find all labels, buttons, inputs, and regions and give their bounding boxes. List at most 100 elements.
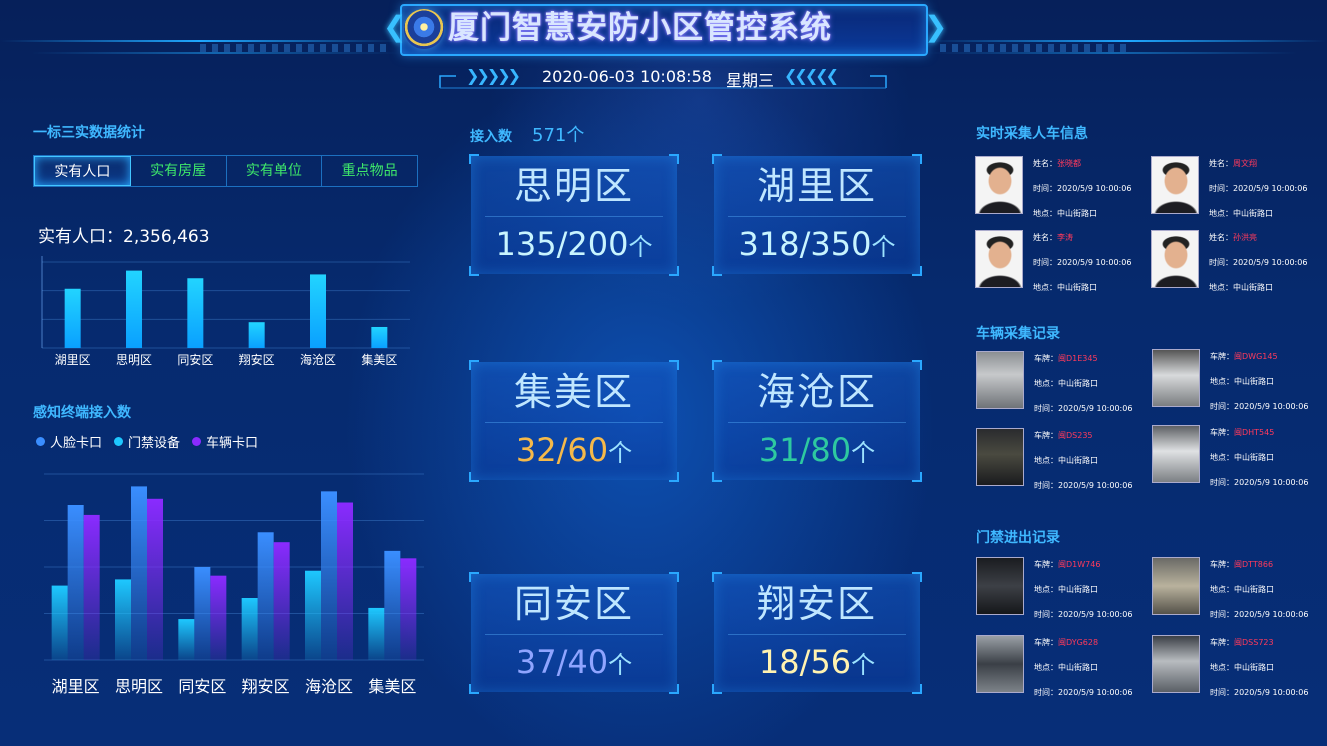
person-name-line: 姓名：孙洪亮 — [1209, 232, 1257, 243]
gate-time-key: 时间： — [1210, 688, 1234, 697]
district-card[interactable]: 集美区 32/60个 — [469, 360, 679, 482]
bar-face[interactable] — [51, 585, 68, 660]
person-photo[interactable] — [975, 156, 1023, 214]
card-divider — [485, 422, 663, 423]
person-photo[interactable] — [1151, 156, 1199, 214]
bar-gate[interactable] — [194, 567, 211, 660]
district-value: 32/60 — [515, 431, 609, 469]
vehicle-record[interactable]: 车牌：闽DS235 地点：中山街路口时间：2020/5/9 10:00:06 — [976, 428, 1146, 490]
gate-plate-line: 车牌：闽D1W746 — [1034, 559, 1100, 570]
bar-gate[interactable] — [67, 505, 84, 660]
gate-plate-key: 车牌： — [1034, 560, 1058, 569]
person-time-value: 2020/5/9 10:00:06 — [1057, 258, 1132, 267]
gate-photo[interactable] — [976, 635, 1024, 693]
district-card[interactable]: 思明区 135/200个 — [469, 154, 679, 276]
bar-vehicle[interactable] — [273, 542, 290, 660]
district-card[interactable]: 同安区 37/40个 — [469, 572, 679, 694]
vehicle-time-line: 时间：2020/5/9 10:00:06 — [1034, 480, 1132, 491]
vehicle-place-key: 地点： — [1034, 456, 1058, 465]
legend-item-face[interactable]: 人脸卡口 — [36, 432, 102, 451]
bar-gate[interactable] — [321, 491, 337, 660]
legend-dot-face — [36, 437, 45, 446]
gate-record[interactable]: 车牌：闽DSS723 地点：中山街路口 时间：2020/5/9 10:00:06 — [1152, 635, 1322, 697]
tab-population[interactable]: 实有人口 — [34, 156, 131, 186]
gate-record[interactable]: 车牌：闽DTT866 地点：中山街路口 时间：2020/5/9 10:00:06 — [1152, 557, 1322, 619]
gate-place-value: 中山街路口 — [1058, 663, 1098, 672]
bar-face[interactable] — [115, 579, 131, 660]
gate-record[interactable]: 车牌：闽D1W746 地点：中山街路口 时间：2020/5/9 10:00:06 — [976, 557, 1146, 619]
district-card[interactable]: 翔安区 18/56个 — [712, 572, 922, 694]
gate-photo[interactable] — [1152, 635, 1200, 693]
vehicle-photo[interactable] — [976, 351, 1024, 409]
bar-face[interactable] — [368, 607, 385, 660]
bar[interactable] — [187, 278, 204, 348]
vehicle-record[interactable]: 车牌：闽DHT545 地点：中山街路口 时间：2020/5/9 10:00:06 — [1152, 425, 1322, 487]
vehicle-record[interactable]: 车牌：闽DWG145 地点：中山街路口 时间：2020/5/9 10:00:06 — [1152, 349, 1322, 411]
tab-housing[interactable]: 实有房屋 — [131, 156, 227, 186]
vehicle-photo[interactable] — [976, 428, 1024, 486]
vehicle-section-title: 车辆采集记录 — [976, 326, 1060, 342]
vehicle-record[interactable]: 车牌：闽D1E345 地点：中山街路口 时间：2020/5/9 10:00:06 — [976, 351, 1146, 413]
bar-vehicle[interactable] — [147, 498, 163, 660]
tab-key-items[interactable]: 重点物品 — [322, 156, 417, 186]
bar[interactable] — [126, 270, 142, 348]
gate-time-line: 时间：2020/5/9 10:00:06 — [1034, 609, 1132, 620]
gate-plate-value: 闽DSS723 — [1234, 638, 1274, 647]
bar-vehicle[interactable] — [337, 502, 353, 660]
bar-gate[interactable] — [131, 486, 147, 660]
vehicle-place-value: 中山街路口 — [1058, 379, 1098, 388]
person-time-line: 时间：2020/5/9 10:00:06 — [1209, 183, 1307, 194]
gate-place-line: 地点：中山街路口 — [1210, 584, 1274, 595]
vehicle-plate-value: 闽DWG145 — [1234, 352, 1278, 361]
bar-vehicle[interactable] — [400, 558, 417, 660]
vehicle-photo[interactable] — [1152, 425, 1200, 483]
vehicle-time-value: 2020/5/9 10:00:06 — [1058, 404, 1133, 413]
person-record[interactable]: 姓名：孙洪亮 时间：2020/5/9 10:00:06 地点：中山街路口 — [1151, 230, 1321, 292]
bar[interactable] — [310, 274, 326, 348]
person-record[interactable]: 姓名：张晓都 时间：2020/5/9 10:00:06 地点：中山街路口 — [975, 156, 1145, 218]
legend-item-vehicle[interactable]: 车辆卡口 — [192, 432, 258, 451]
vehicle-place-value: 中山街路口 — [1058, 456, 1098, 465]
bar[interactable] — [64, 288, 81, 348]
vehicle-time-line: 时间：2020/5/9 10:00:06 — [1210, 477, 1308, 488]
gate-record[interactable]: 车牌：闽DYG628 地点：中山街路口 时间：2020/5/9 10:00:06 — [976, 635, 1146, 697]
person-time-value: 2020/5/9 10:00:06 — [1233, 184, 1308, 193]
person-place-key: 地点： — [1209, 283, 1233, 292]
person-time-line: 时间：2020/5/9 10:00:06 — [1033, 183, 1131, 194]
vehicle-plate-line: 车牌：闽D1E345 — [1034, 353, 1098, 364]
legend-item-gate[interactable]: 门禁设备 — [114, 432, 180, 451]
gate-photo[interactable] — [976, 557, 1024, 615]
bar-gate[interactable] — [257, 532, 274, 660]
person-place-line: 地点：中山街路口 — [1209, 282, 1273, 293]
vehicle-plate-key: 车牌： — [1210, 352, 1234, 361]
vehicle-place-line: 地点：中山街路口 — [1210, 376, 1274, 387]
bar-vehicle[interactable] — [210, 575, 227, 660]
vehicle-photo[interactable] — [1152, 349, 1200, 407]
x-tick-label: 翔安区 — [239, 352, 275, 367]
vehicle-place-value: 中山街路口 — [1234, 453, 1274, 462]
district-card[interactable]: 海沧区 31/80个 — [712, 360, 922, 482]
person-record[interactable]: 姓名：周文翔 时间：2020/5/9 10:00:06 地点：中山街路口 — [1151, 156, 1321, 218]
bar[interactable] — [371, 326, 388, 348]
person-name-value: 张晓都 — [1057, 159, 1081, 168]
person-photo[interactable] — [1151, 230, 1199, 288]
bar-face[interactable] — [178, 619, 195, 660]
vehicle-place-line: 地点：中山街路口 — [1210, 452, 1274, 463]
person-place-value: 中山街路口 — [1057, 209, 1097, 218]
gate-plate-line: 车牌：闽DSS723 — [1210, 637, 1274, 648]
bar-face[interactable] — [305, 570, 321, 660]
stats-section-title: 一标三实数据统计 — [33, 125, 145, 141]
district-card[interactable]: 湖里区 318/350个 — [712, 154, 922, 276]
tab-units[interactable]: 实有单位 — [227, 156, 323, 186]
bar-gate[interactable] — [384, 550, 401, 660]
bar-vehicle[interactable] — [83, 514, 100, 660]
person-record[interactable]: 姓名：李涛 时间：2020/5/9 10:00:06 地点：中山街路口 — [975, 230, 1145, 292]
gate-place-line: 地点：中山街路口 — [1210, 662, 1274, 673]
bar-face[interactable] — [241, 598, 258, 660]
person-photo[interactable] — [975, 230, 1023, 288]
gate-photo[interactable] — [1152, 557, 1200, 615]
bar[interactable] — [248, 322, 265, 348]
gate-plate-value: 闽DYG628 — [1058, 638, 1099, 647]
vehicle-plate-line: 车牌：闽DS235 — [1034, 430, 1093, 441]
person-name-key: 姓名： — [1033, 159, 1057, 168]
